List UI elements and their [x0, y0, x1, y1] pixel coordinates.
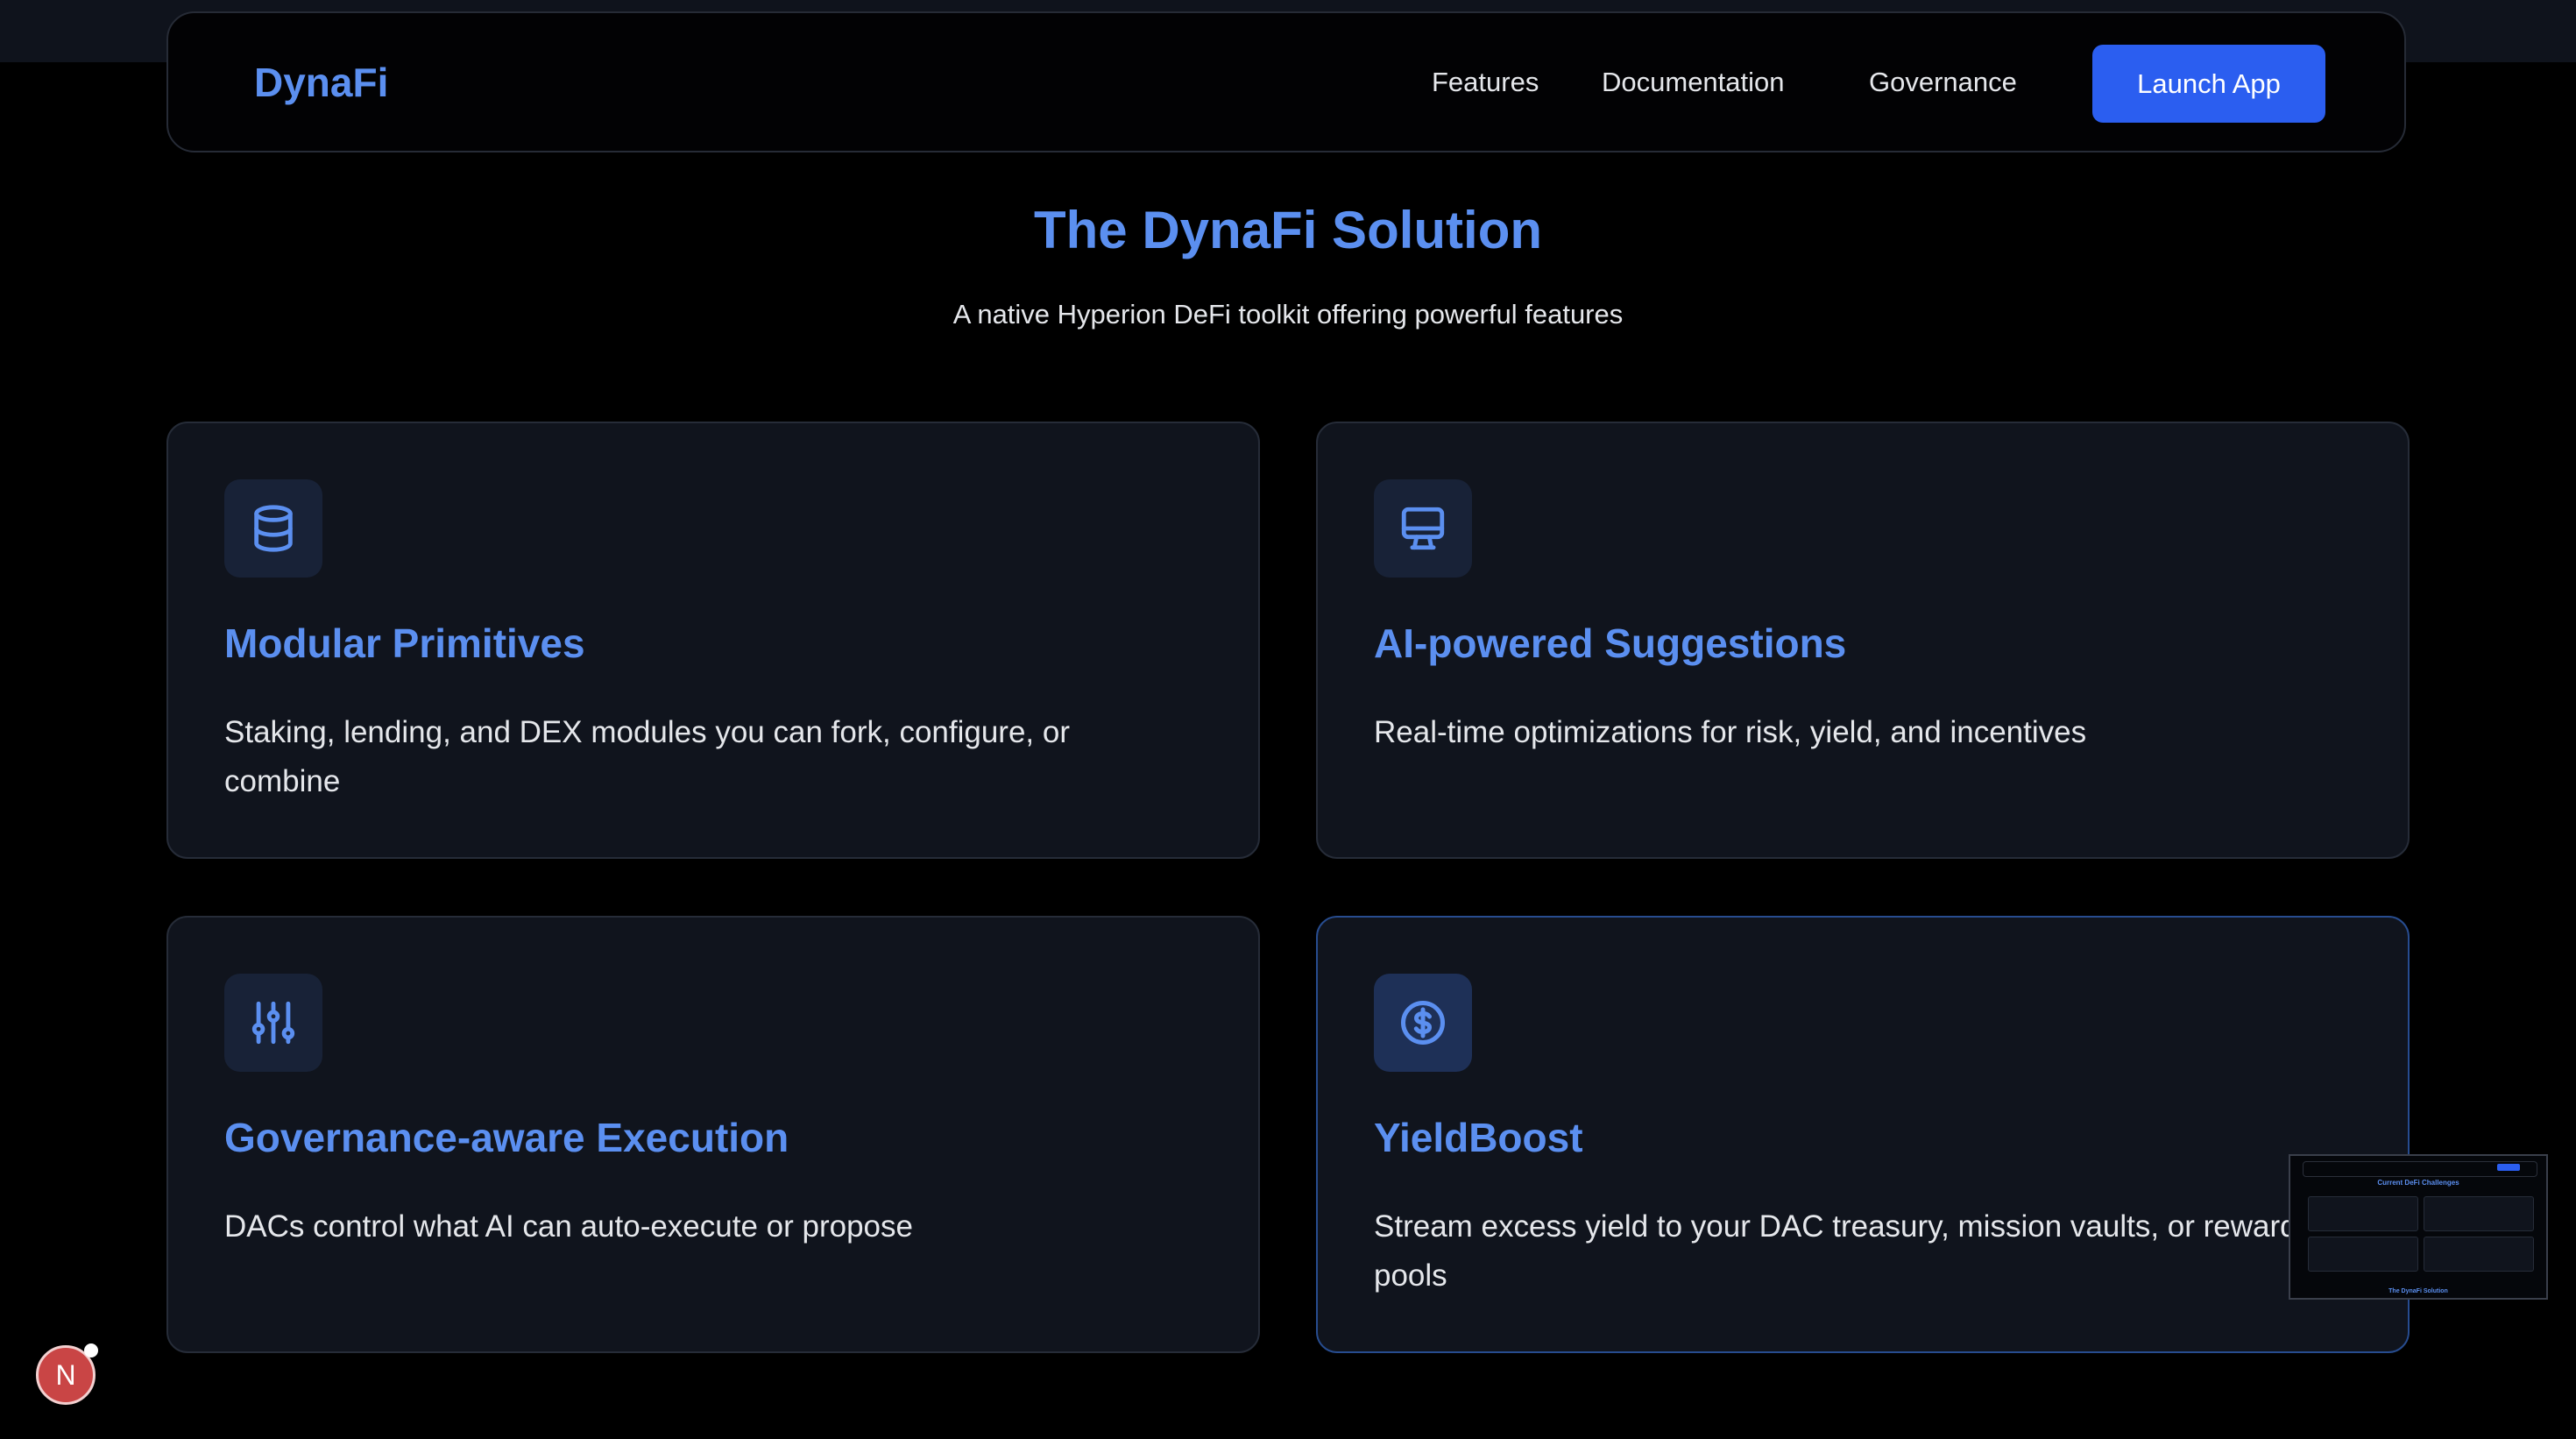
- preview-card: [2308, 1237, 2418, 1272]
- launch-app-button[interactable]: Launch App: [2092, 45, 2325, 123]
- brand-logo[interactable]: DynaFi: [254, 59, 388, 106]
- feature-description: Real-time optimizations for risk, yield,…: [1374, 715, 2087, 749]
- preview-footer-title: The DynaFi Solution: [2388, 1288, 2448, 1294]
- feature-card-governance-execution: Governance-aware Execution DACs control …: [166, 916, 1260, 1353]
- nav-link-documentation[interactable]: Documentation: [1602, 67, 1785, 98]
- nav-link-governance[interactable]: Governance: [1869, 67, 2017, 98]
- feature-description: Stream excess yield to your DAC treasury…: [1374, 1209, 2297, 1293]
- sliders-icon: [224, 974, 322, 1072]
- feature-card-ai-suggestions: AI-powered Suggestions Real-time optimiz…: [1316, 422, 2410, 859]
- feature-title: Modular Primitives: [224, 620, 585, 666]
- feature-title: AI-powered Suggestions: [1374, 620, 1847, 666]
- preview-card: [2308, 1196, 2418, 1231]
- navbar: DynaFi Features Documentation Governance…: [166, 11, 2406, 152]
- preview-title: Current DeFi Challenges: [2377, 1179, 2459, 1187]
- page-preview-thumbnail[interactable]: Current DeFi Challenges The DynaFi Solut…: [2289, 1154, 2548, 1300]
- feature-title: YieldBoost: [1374, 1115, 1583, 1160]
- preview-card: [2424, 1196, 2534, 1231]
- dollar-circle-icon: [1374, 974, 1472, 1072]
- notification-dot: [84, 1343, 98, 1357]
- preview-launch-button: [2497, 1164, 2520, 1171]
- feature-card-yieldboost: YieldBoost Stream excess yield to your D…: [1316, 916, 2410, 1353]
- feature-description: Staking, lending, and DEX modules you ca…: [224, 715, 1070, 798]
- feature-card-modular-primitives: Modular Primitives Staking, lending, and…: [166, 422, 1260, 859]
- nav-link-features[interactable]: Features: [1432, 67, 1539, 98]
- database-icon: [224, 479, 322, 578]
- monitor-icon: [1374, 479, 1472, 578]
- section-title: The DynaFi Solution: [1034, 201, 1542, 259]
- page: DynaFi Features Documentation Governance…: [0, 0, 2576, 1439]
- section-subtitle: A native Hyperion DeFi toolkit offering …: [952, 299, 1624, 330]
- preview-card: [2424, 1237, 2534, 1272]
- feature-description: DACs control what AI can auto-execute or…: [224, 1209, 913, 1244]
- feature-title: Governance-aware Execution: [224, 1115, 789, 1160]
